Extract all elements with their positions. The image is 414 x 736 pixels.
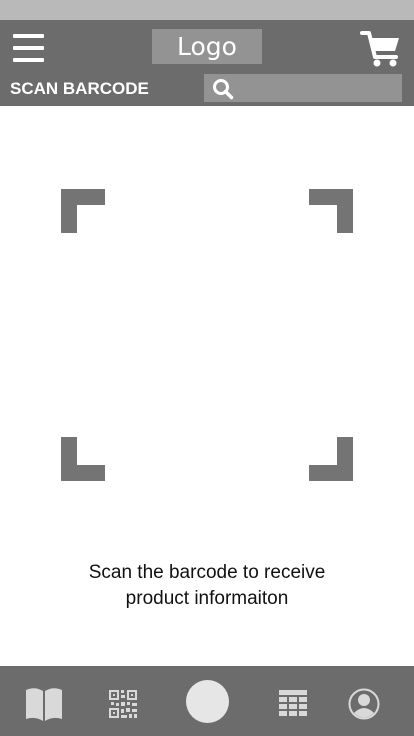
menu-line bbox=[13, 58, 44, 62]
qr-code-icon[interactable] bbox=[109, 690, 137, 722]
menu-line bbox=[13, 34, 44, 38]
shopping-cart-icon[interactable] bbox=[360, 29, 402, 69]
instruction-line: Scan the barcode to receive bbox=[88, 562, 326, 583]
status-bar bbox=[0, 0, 414, 20]
hamburger-menu-icon[interactable] bbox=[13, 33, 44, 63]
instruction-line: product informaiton bbox=[125, 588, 289, 609]
search-input[interactable] bbox=[204, 74, 402, 102]
scan-instructions: Scan the barcode to receive product info… bbox=[0, 560, 414, 612]
grid-table-icon[interactable] bbox=[279, 690, 307, 721]
camera-shutter-button[interactable] bbox=[186, 680, 229, 723]
scan-frame-corner-bottom-left bbox=[61, 437, 105, 481]
bottom-navigation bbox=[0, 666, 414, 736]
scan-frame-corner-top-right bbox=[309, 189, 353, 233]
app-header: Logo SCAN BARCODE bbox=[0, 20, 414, 106]
page-title: SCAN BARCODE bbox=[10, 79, 149, 98]
book-icon[interactable] bbox=[25, 686, 63, 726]
logo: Logo bbox=[152, 29, 262, 64]
scan-frame-corner-top-left bbox=[61, 189, 105, 233]
user-profile-icon[interactable] bbox=[348, 688, 380, 724]
scan-frame-corner-bottom-right bbox=[309, 437, 353, 481]
search-icon bbox=[213, 79, 234, 100]
menu-line bbox=[13, 46, 44, 50]
